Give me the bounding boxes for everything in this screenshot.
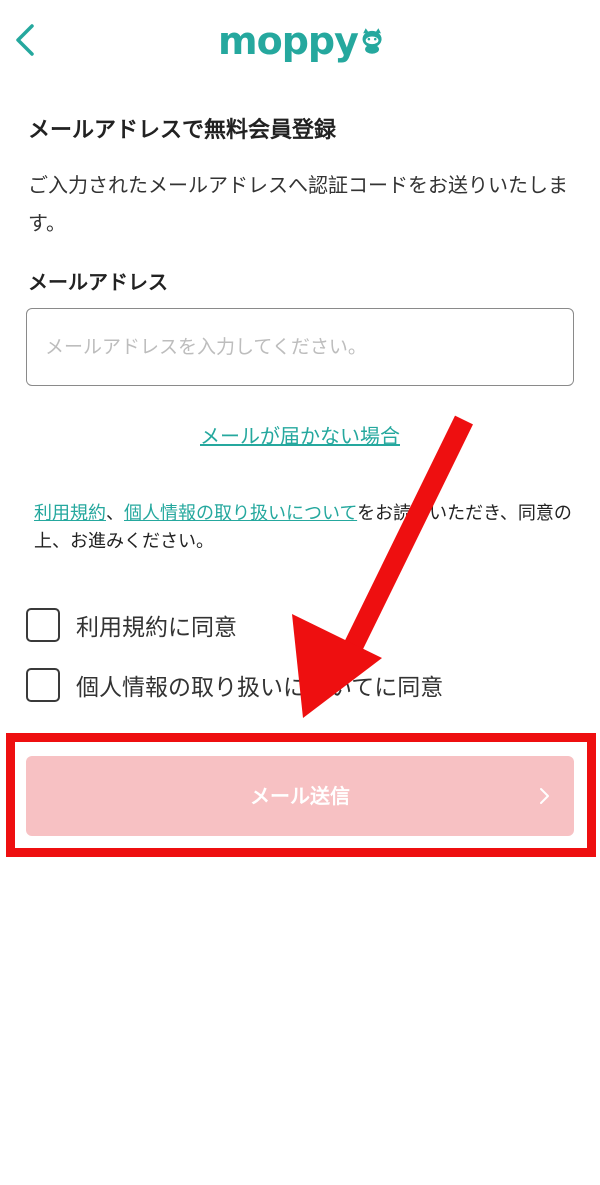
terms-link[interactable]: 利用規約 bbox=[34, 503, 106, 524]
chevron-left-icon bbox=[16, 24, 34, 56]
highlight-box bbox=[6, 733, 596, 857]
email-not-received-link[interactable]: メールが届かない場合 bbox=[200, 424, 400, 448]
email-field[interactable] bbox=[26, 308, 574, 386]
app-header: moppy bbox=[0, 0, 600, 86]
privacy-agree-checkbox-row[interactable]: 個人情報の取り扱いについてに同意 bbox=[26, 665, 443, 705]
terms-agree-checkbox[interactable] bbox=[26, 608, 60, 642]
back-button[interactable] bbox=[8, 20, 44, 60]
logo-text: moppy bbox=[218, 19, 359, 63]
email-label: メールアドレス bbox=[28, 270, 168, 294]
moppy-logo[interactable]: moppy bbox=[218, 18, 384, 64]
agreement-separator: 、 bbox=[106, 503, 124, 524]
page-title: メールアドレスで無料会員登録 bbox=[28, 118, 337, 143]
terms-agree-checkbox-row[interactable]: 利用規約に同意 bbox=[26, 605, 237, 645]
privacy-agree-label: 個人情報の取り扱いについてに同意 bbox=[76, 675, 444, 701]
page-description: ご入力されたメールアドレスへ認証コードをお送りいたします。 bbox=[28, 173, 568, 235]
raccoon-mascot-icon bbox=[362, 28, 382, 54]
help-link-row: メールが届かない場合 bbox=[0, 422, 600, 450]
privacy-agree-checkbox[interactable] bbox=[26, 668, 60, 702]
terms-agree-label: 利用規約に同意 bbox=[76, 615, 237, 641]
privacy-policy-link[interactable]: 個人情報の取り扱いについて bbox=[124, 503, 357, 524]
agreement-text: 利用規約、個人情報の取り扱いについてをお読みいただき、同意の上、お進みください。 bbox=[34, 500, 574, 556]
